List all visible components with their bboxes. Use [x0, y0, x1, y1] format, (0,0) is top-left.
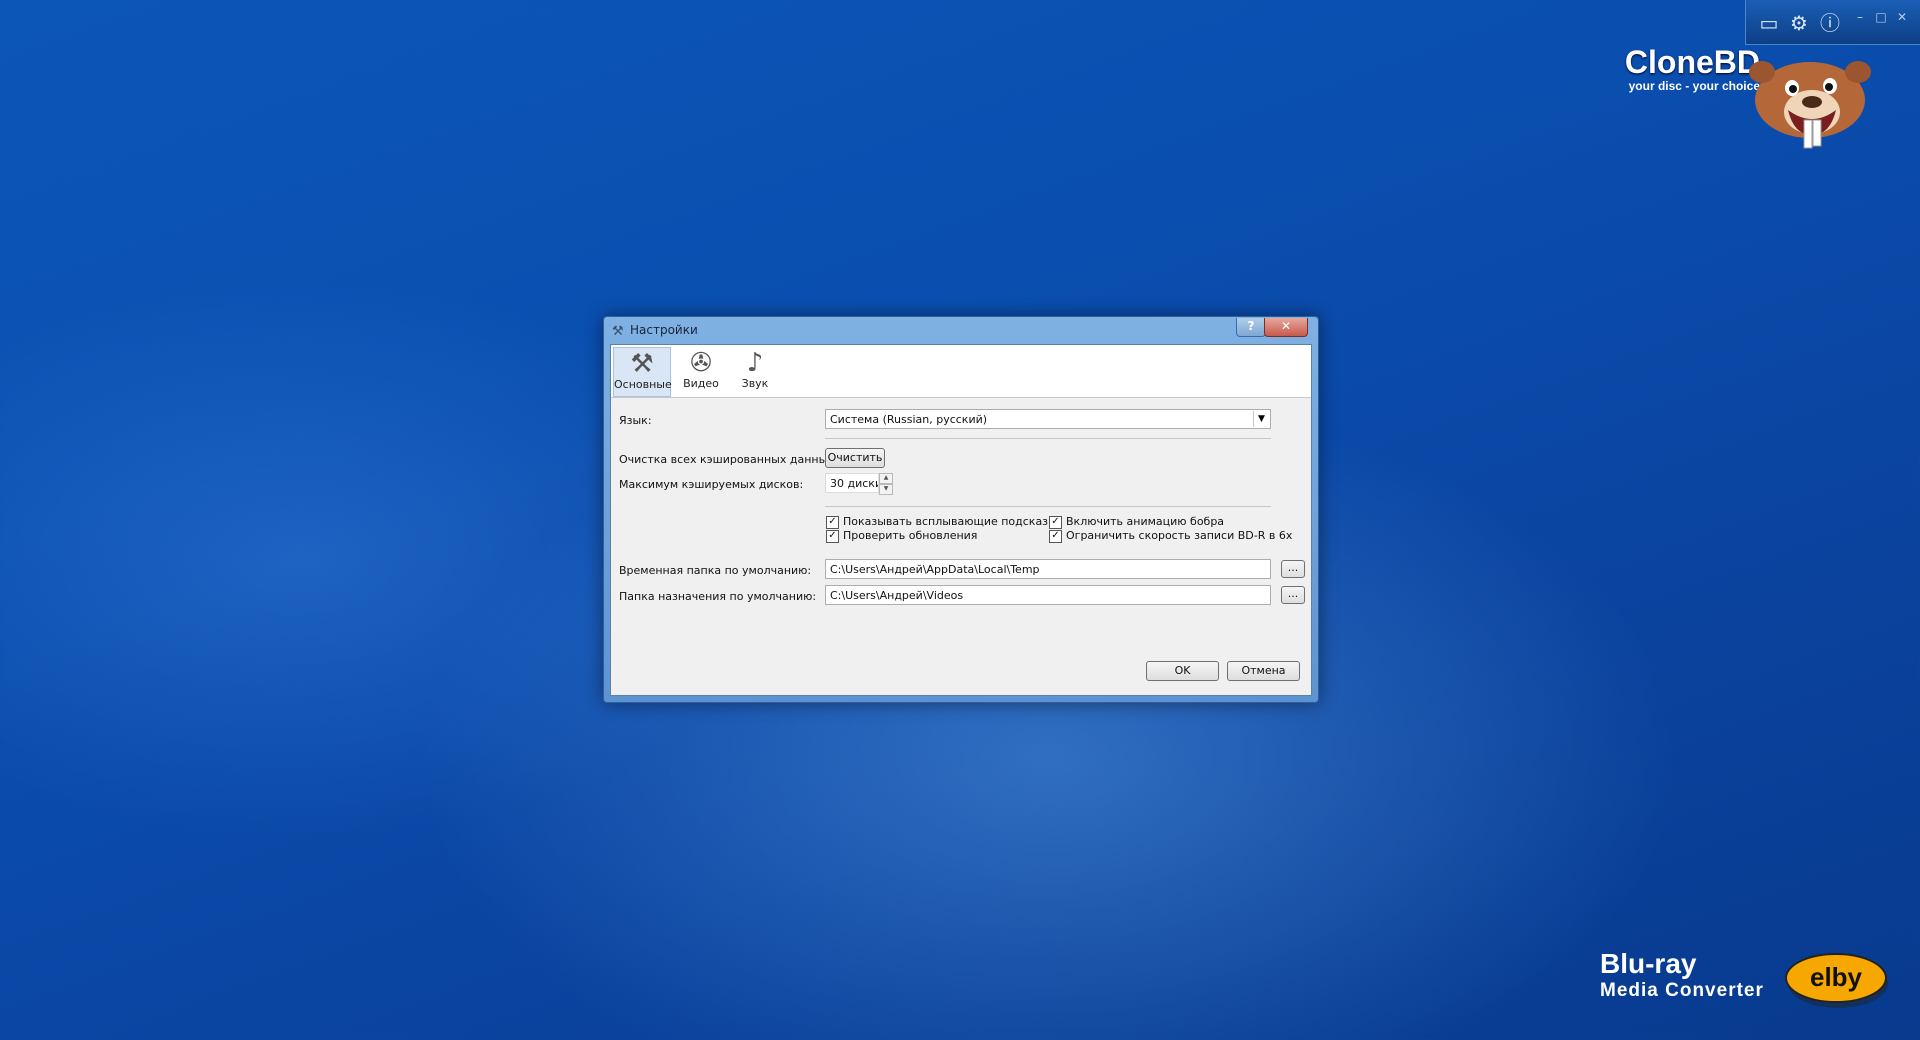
ok-button[interactable]: OK [1146, 661, 1219, 681]
separator [825, 506, 1271, 507]
disc-icon[interactable]: ▭ [1758, 12, 1780, 34]
language-dropdown[interactable]: Система (Russian, русский) ▼ [825, 409, 1271, 429]
cancel-button[interactable]: Отмена [1227, 661, 1300, 681]
product-line1: Blu-ray [1600, 948, 1697, 979]
product-logo: Blu-ray Media Converter [1600, 948, 1764, 1002]
dialog-titlebar[interactable]: ⚒ Настройки ? ✕ [604, 317, 1318, 343]
elby-logo-text: elby [1810, 962, 1863, 992]
max-cache-field[interactable]: 30 диски [825, 473, 879, 493]
beaver-animation-checkbox[interactable]: ✓ [1049, 516, 1062, 529]
tab-general[interactable]: ⚒ Основные [613, 347, 672, 397]
beaver-mascot-icon [1749, 61, 1871, 149]
gear-icon[interactable]: ⚙ [1788, 12, 1810, 34]
updates-checkbox[interactable]: ✓ [826, 530, 839, 543]
spin-up-icon[interactable]: ▲ [879, 473, 893, 484]
film-reel-icon: ✇ [690, 348, 712, 378]
tab-general-label: Основные [614, 378, 672, 391]
beaver-animation-label: Включить анимацию бобра [1066, 515, 1225, 528]
app-toolbar: ▭ ⚙ ⓘ – □ ✕ [1745, 0, 1920, 45]
dialog-title: Настройки [630, 323, 698, 337]
tab-audio[interactable]: ♪ Звук [733, 347, 777, 395]
info-icon[interactable]: ⓘ [1819, 12, 1841, 34]
tooltips-label: Показывать всплывающие подсказки [843, 515, 1062, 528]
separator [825, 438, 1271, 439]
brand-logo: CloneBD your disc - your choice [1560, 44, 1760, 93]
settings-dialog: ⚒ Настройки ? ✕ ⚒ Основные ✇ Видео ♪ Зву… [603, 316, 1319, 703]
music-note-icon: ♪ [746, 348, 764, 378]
tab-video-label: Видео [683, 377, 719, 390]
maximize-button[interactable]: □ [1874, 10, 1888, 24]
app-name: CloneBD [1624, 44, 1760, 80]
close-button[interactable]: ✕ [1264, 318, 1308, 337]
updates-label: Проверить обновления [843, 529, 978, 542]
max-cache-stepper[interactable]: ▲ ▼ [879, 473, 893, 495]
dest-folder-browse-button[interactable]: ... [1281, 586, 1305, 604]
language-value: Система (Russian, русский) [830, 413, 988, 426]
chevron-down-icon: ▼ [1253, 411, 1269, 427]
spin-down-icon[interactable]: ▼ [879, 484, 893, 495]
clear-cache-button[interactable]: Очистить [825, 448, 885, 468]
tooltips-checkbox[interactable]: ✓ [826, 516, 839, 529]
bdr-speed-label: Ограничить скорость записи BD-R в 6x [1066, 529, 1293, 542]
temp-folder-browse-button[interactable]: ... [1281, 560, 1305, 578]
dialog-body: ⚒ Основные ✇ Видео ♪ Звук Язык: Система … [610, 344, 1312, 696]
max-cache-label: Максимум кэшируемых дисков: [619, 478, 804, 491]
dest-folder-field[interactable]: C:\Users\Андрей\Videos [825, 585, 1271, 605]
app-tagline: your disc - your choice [1628, 79, 1760, 93]
settings-tabs: ⚒ Основные ✇ Видео ♪ Звук [611, 345, 1311, 398]
bdr-speed-checkbox[interactable]: ✓ [1049, 530, 1062, 543]
tab-video[interactable]: ✇ Видео [675, 347, 727, 395]
tools-icon: ⚒ [630, 349, 654, 379]
cache-clear-label: Очистка всех кэшированных данных: [619, 453, 838, 466]
temp-folder-label: Временная папка по умолчанию: [619, 564, 812, 577]
temp-folder-field[interactable]: C:\Users\Андрей\AppData\Local\Temp [825, 559, 1271, 579]
product-line2: Media Converter [1600, 980, 1764, 1001]
dest-folder-label: Папка назначения по умолчанию: [619, 590, 817, 603]
help-button[interactable]: ? [1236, 318, 1266, 337]
settings-tools-icon: ⚒ [612, 324, 624, 339]
minimize-button[interactable]: – [1853, 10, 1867, 24]
elby-logo-icon: elby [1785, 953, 1888, 1008]
language-label: Язык: [619, 414, 652, 427]
close-app-button[interactable]: ✕ [1895, 10, 1909, 24]
tab-audio-label: Звук [741, 377, 769, 390]
